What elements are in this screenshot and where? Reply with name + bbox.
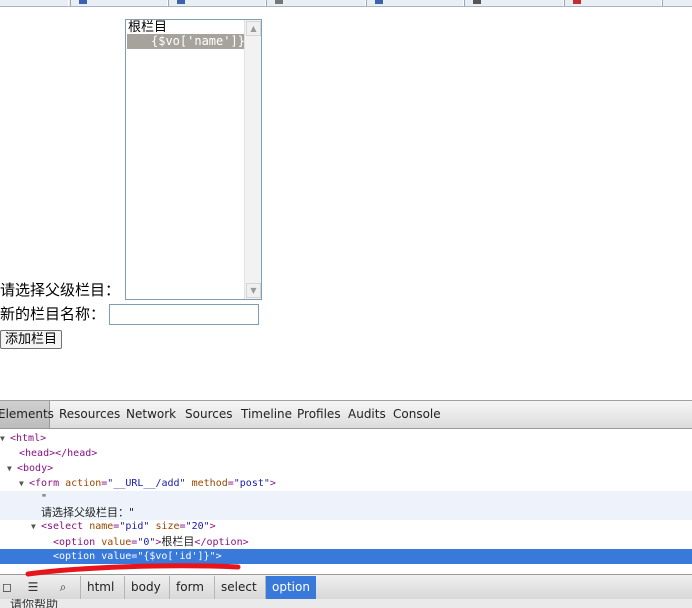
category-name-label: 新的栏目名称： — [0, 305, 106, 323]
tab-favicon-icon — [275, 0, 283, 4]
tab-audits[interactable]: Audits — [348, 401, 386, 428]
dom-node-body[interactable]: ▼ <body> — [0, 461, 692, 476]
devtools-status-bar: ◻ ☰ ⌕ html body form select option — [0, 574, 692, 599]
tab-favicon-icon — [177, 0, 185, 4]
dom-text-node[interactable]: 请选择父级栏目：" — [0, 505, 692, 520]
search-icon[interactable]: ⌕ — [52, 578, 74, 597]
browser-tab[interactable] — [70, 0, 168, 6]
dom-text-node[interactable]: " — [0, 491, 692, 506]
scroll-down-arrow-icon[interactable]: ▼ — [246, 283, 261, 298]
tab-favicon-icon — [573, 0, 581, 4]
option-root-category[interactable]: 根栏目 — [127, 20, 244, 35]
browser-tab[interactable] — [0, 0, 69, 6]
breadcrumb-form[interactable]: form — [169, 576, 210, 599]
tab-console[interactable]: Console — [393, 401, 441, 428]
breadcrumb-html[interactable]: html — [80, 576, 120, 599]
tab-resources[interactable]: Resources — [59, 401, 120, 428]
breadcrumb-select[interactable]: select — [214, 576, 263, 599]
dom-node-html[interactable]: ▼ <html> — [0, 431, 692, 446]
add-category-button[interactable]: 添加栏目 — [0, 330, 63, 349]
expand-triangle-icon[interactable]: ▼ — [31, 519, 41, 534]
dom-node-head[interactable]: <head></head> — [0, 446, 692, 461]
breadcrumb-option[interactable]: option — [265, 576, 316, 599]
tab-favicon-icon — [375, 0, 383, 4]
dock-icon[interactable]: ◻ — [0, 578, 18, 597]
dom-tree: ▼ <html> <head></head> ▼ <body> ▼ <form act… — [0, 430, 692, 574]
browser-tab[interactable] — [266, 0, 366, 6]
dom-node-form[interactable]: ▼ <form action="__URL__/add" method="post… — [0, 476, 692, 491]
breadcrumb-body[interactable]: body — [124, 576, 167, 599]
dom-node-option[interactable]: <option value="0">根栏目</option> — [0, 534, 692, 549]
option-template-item[interactable]: {$vo['name']} — [127, 34, 245, 49]
tab-profiles[interactable]: Profiles — [297, 401, 341, 428]
browser-tab[interactable] — [564, 0, 662, 6]
expand-triangle-icon[interactable]: ▼ — [7, 461, 17, 476]
tab-timeline[interactable]: Timeline — [241, 401, 292, 428]
expand-triangle-icon[interactable]: ▼ — [0, 431, 10, 446]
dom-node-select[interactable]: ▼ <select name="pid" size="20"> — [0, 519, 692, 534]
select-scrollbar[interactable]: ▲ ▼ — [244, 20, 261, 299]
devtools-toolbar: Elements Resources Network Sources Timel… — [0, 401, 692, 429]
parent-category-select[interactable]: 根栏目 {$vo['name']} ▲ ▼ — [125, 19, 262, 300]
browser-tab[interactable] — [662, 0, 692, 6]
browser-tab[interactable] — [168, 0, 266, 6]
tab-elements[interactable]: Elements — [0, 401, 54, 428]
scroll-up-arrow-icon[interactable]: ▲ — [246, 21, 261, 36]
tab-favicon-icon — [79, 0, 87, 4]
expand-triangle-icon[interactable]: ▼ — [19, 476, 29, 491]
tab-favicon-icon — [473, 0, 481, 4]
tab-sources[interactable]: Sources — [185, 401, 232, 428]
tab-network[interactable]: Network — [126, 401, 176, 428]
browser-tab-strip — [0, 0, 692, 7]
browser-tab[interactable] — [366, 0, 464, 6]
console-drawer-icon[interactable]: ☰ — [22, 578, 44, 597]
category-name-input[interactable] — [109, 304, 259, 325]
parent-category-label: 请选择父级栏目： — [0, 281, 121, 299]
dom-node-option-selected[interactable]: <option value="{$vo['id']}"> — [0, 549, 692, 564]
browser-tab[interactable] — [464, 0, 564, 6]
devtools-panel: Elements Resources Network Sources Timel… — [0, 400, 692, 608]
